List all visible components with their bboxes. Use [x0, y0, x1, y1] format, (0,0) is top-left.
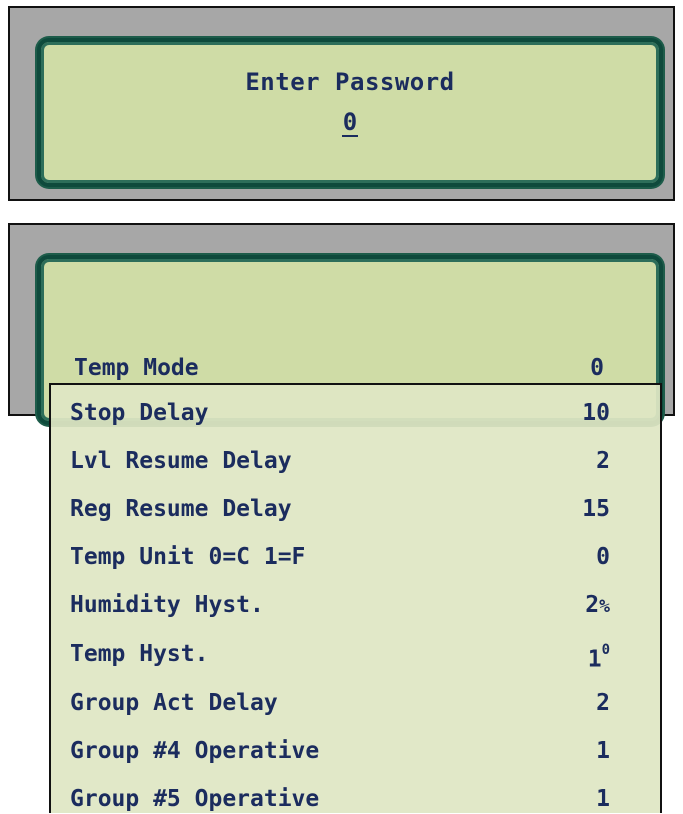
settings-list: Stop Delay 10 Lvl Resume Delay 2 Reg Res… [49, 383, 662, 813]
item-label: Group Act Delay [70, 690, 278, 716]
item-label: Lvl Resume Delay [70, 448, 292, 474]
list-item[interactable]: Group Act Delay 2 [70, 688, 610, 718]
item-label: Temp Hyst. [70, 641, 209, 667]
item-value: 2% [585, 592, 610, 618]
item-value: 1 [596, 738, 610, 764]
item-value: 0 [596, 544, 610, 570]
list-item[interactable]: Lvl Resume Delay 2 [70, 446, 610, 476]
list-item[interactable]: Group #4 Operative 1 [70, 736, 610, 766]
item-label: Reg Resume Delay [70, 496, 292, 522]
item-label: Humidity Hyst. [70, 592, 264, 618]
item-label: Group #5 Operative [70, 786, 320, 812]
item-label: Stop Delay [70, 400, 209, 426]
item-label: Group #4 Operative [70, 738, 320, 764]
current-setting-label: Temp Mode [74, 355, 199, 381]
degree-unit: 0 [601, 642, 610, 658]
password-value: 0 [341, 108, 359, 137]
list-item[interactable]: Temp Hyst. 10 [70, 639, 610, 673]
list-item[interactable]: Stop Delay 10 [70, 398, 610, 428]
password-title: Enter Password [245, 68, 455, 96]
list-item[interactable]: Temp Unit 0=C 1=F 0 [70, 542, 610, 572]
item-value: 1 [596, 786, 610, 812]
password-panel: Enter Password 0 [8, 6, 675, 201]
list-item[interactable]: Humidity Hyst. 2% [70, 590, 610, 620]
password-lcd-screen: Enter Password 0 [37, 38, 663, 187]
item-value: 10 [582, 400, 610, 426]
password-value-field[interactable]: 0 [41, 108, 659, 137]
list-item[interactable]: Reg Resume Delay 15 [70, 494, 610, 524]
item-value: 2 [596, 690, 610, 716]
percent-unit: % [599, 596, 610, 617]
item-value: 15 [582, 496, 610, 522]
list-item[interactable]: Group #5 Operative 1 [70, 784, 610, 814]
item-label: Temp Unit 0=C 1=F [70, 544, 306, 570]
item-value: 2 [596, 448, 610, 474]
current-setting-value: 0 [590, 355, 604, 381]
item-value: 10 [587, 642, 610, 673]
